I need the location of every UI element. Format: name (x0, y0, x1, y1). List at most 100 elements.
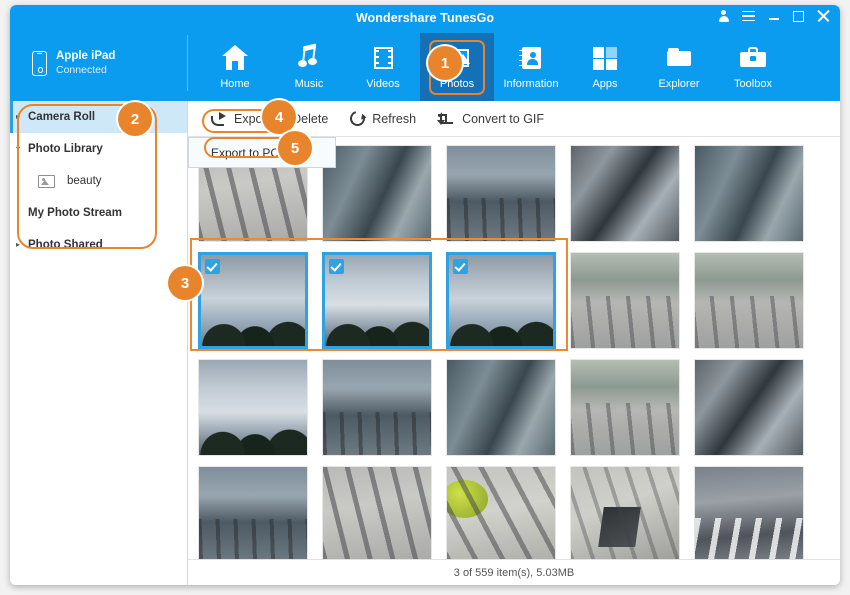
status-text: 3 of 559 item(s), 5.03MB (454, 567, 574, 579)
export-to-pc-label: Export to PC (211, 146, 279, 160)
export-dropdown-menu: Export to PC (188, 137, 336, 168)
photo-thumbnail[interactable] (198, 359, 308, 456)
close-icon[interactable] (817, 10, 830, 23)
delete-button-label: Delete (292, 112, 328, 126)
photo-thumbnail[interactable] (694, 359, 804, 456)
photo-image (570, 466, 680, 559)
tab-home[interactable]: Home (198, 33, 272, 101)
folder-icon (665, 45, 693, 71)
tab-toolbox[interactable]: Toolbox (716, 33, 790, 101)
navigation-bar: Apple iPad Connected Home Music (10, 33, 840, 101)
photo-thumbnail[interactable] (570, 359, 680, 456)
photo-thumbnail-selected[interactable] (446, 252, 556, 349)
photo-image (570, 252, 680, 349)
minimize-icon[interactable] (768, 10, 780, 22)
photo-image (694, 359, 804, 456)
content-pane: Export Delete Refresh Convert to GIF (188, 101, 840, 585)
photo-image (446, 466, 556, 559)
photo-art-overlay (201, 310, 305, 346)
photo-thumbnail[interactable] (570, 466, 680, 559)
callout-badge-5: 5 (278, 131, 312, 165)
convert-to-gif-button[interactable]: Convert to GIF (427, 106, 555, 132)
photo-checkbox[interactable] (205, 259, 220, 274)
album-thumbnail-icon (38, 175, 55, 188)
photo-thumbnail[interactable] (446, 466, 556, 559)
tab-explorer-label: Explorer (659, 78, 700, 90)
photo-art (571, 360, 679, 455)
tab-explorer[interactable]: Explorer (642, 33, 716, 101)
photo-art (695, 146, 803, 241)
photo-art-overlay (199, 417, 307, 455)
device-name: Apple iPad (56, 50, 115, 62)
photo-image (570, 359, 680, 456)
photo-thumbnail[interactable] (694, 466, 804, 559)
sidebar-item-label: My Photo Stream (28, 207, 122, 219)
music-icon (295, 45, 323, 71)
photo-art-overlay (449, 310, 553, 346)
video-icon (369, 45, 397, 71)
photo-image (322, 252, 432, 349)
export-icon (211, 112, 227, 125)
tab-videos[interactable]: Videos (346, 33, 420, 101)
photo-thumbnail[interactable] (322, 359, 432, 456)
photo-checkbox[interactable] (453, 259, 468, 274)
convert-gif-icon (438, 112, 455, 126)
photo-art (199, 467, 307, 559)
photo-art (323, 146, 431, 241)
photo-thumbnail[interactable] (446, 145, 556, 242)
menu-icon[interactable] (742, 11, 755, 22)
photo-image (198, 252, 308, 349)
photo-art (695, 467, 803, 559)
export-to-pc-item[interactable]: Export to PC (189, 143, 335, 162)
window-controls (718, 9, 830, 23)
photo-image (570, 145, 680, 242)
photo-image (198, 359, 308, 456)
photo-art (447, 467, 555, 559)
photo-art (571, 146, 679, 241)
tab-apps[interactable]: Apps (568, 33, 642, 101)
status-bar: 3 of 559 item(s), 5.03MB (188, 559, 840, 585)
photo-thumbnail[interactable] (694, 145, 804, 242)
photo-image (322, 466, 432, 559)
home-icon (221, 45, 249, 71)
photo-thumbnail[interactable] (322, 145, 432, 242)
chevron-down-icon: ▾ (16, 145, 28, 153)
photo-thumbnail[interactable] (694, 252, 804, 349)
photo-thumbnail[interactable] (446, 359, 556, 456)
photo-thumbnail-selected[interactable] (322, 252, 432, 349)
photo-image (198, 466, 308, 559)
main-body: ▸ Camera Roll ▾ Photo Library beauty My … (10, 101, 840, 585)
photo-grid-scroll[interactable] (188, 137, 840, 559)
maximize-icon[interactable] (793, 11, 804, 22)
photo-art (571, 467, 679, 559)
device-status: Connected (56, 64, 115, 76)
account-icon[interactable] (718, 9, 729, 23)
tab-music[interactable]: Music (272, 33, 346, 101)
sidebar-item-photo-library[interactable]: ▾ Photo Library (10, 133, 187, 165)
tab-videos-label: Videos (366, 78, 399, 90)
photo-thumbnail[interactable] (198, 466, 308, 559)
connected-device[interactable]: Apple iPad Connected (10, 35, 188, 91)
photo-thumbnail[interactable] (322, 466, 432, 559)
sidebar-item-photo-shared[interactable]: ▸ Photo Shared (10, 229, 187, 261)
callout-badge-3: 3 (168, 266, 202, 300)
chevron-right-icon: ▸ (16, 113, 28, 121)
apps-icon (591, 45, 619, 71)
nav-tabs: Home Music Videos (188, 33, 840, 101)
tab-information[interactable]: Information (494, 33, 568, 101)
sidebar-item-camera-roll[interactable]: ▸ Camera Roll (10, 101, 187, 133)
sidebar-item-label: Photo Shared (28, 239, 103, 251)
refresh-button[interactable]: Refresh (339, 106, 427, 132)
callout-badge-1: 1 (428, 46, 462, 80)
photo-thumbnail[interactable] (570, 252, 680, 349)
tab-toolbox-label: Toolbox (734, 78, 772, 90)
callout-badge-4: 4 (262, 100, 296, 134)
photo-art (323, 360, 431, 455)
photo-thumbnail[interactable] (570, 145, 680, 242)
photo-image (446, 145, 556, 242)
callout-badge-2: 2 (118, 102, 152, 136)
sidebar-item-beauty[interactable]: beauty (10, 165, 187, 197)
sidebar-item-my-photo-stream[interactable]: My Photo Stream (10, 197, 187, 229)
photo-thumbnail-selected[interactable] (198, 252, 308, 349)
photo-checkbox[interactable] (329, 259, 344, 274)
